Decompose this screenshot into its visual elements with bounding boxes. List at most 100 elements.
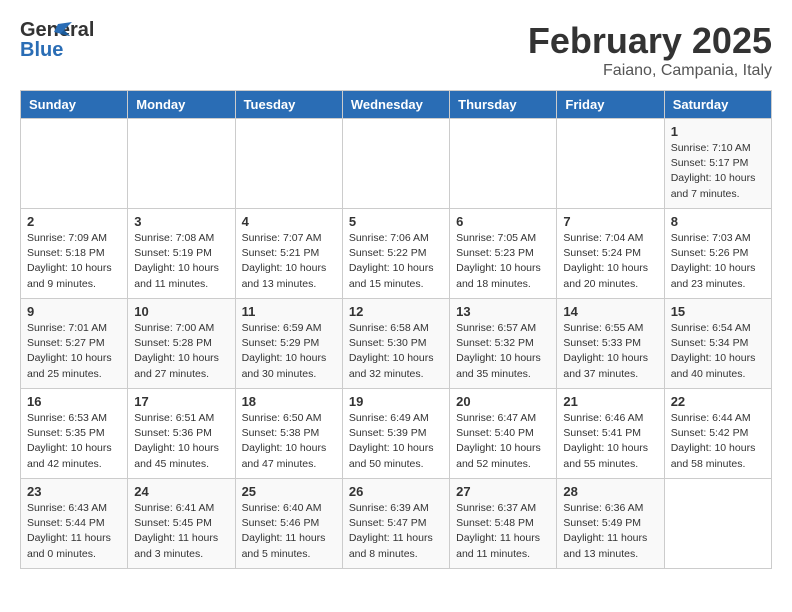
day-info: Sunrise: 6:39 AM Sunset: 5:47 PM Dayligh… — [349, 501, 443, 562]
day-info: Sunrise: 7:06 AM Sunset: 5:22 PM Dayligh… — [349, 231, 443, 292]
day-info: Sunrise: 7:10 AM Sunset: 5:17 PM Dayligh… — [671, 141, 765, 202]
day-info: Sunrise: 6:40 AM Sunset: 5:46 PM Dayligh… — [242, 501, 336, 562]
calendar-cell: 5 Sunrise: 7:06 AM Sunset: 5:22 PM Daylig… — [342, 209, 449, 299]
day-info: Sunrise: 6:54 AM Sunset: 5:34 PM Dayligh… — [671, 321, 765, 382]
location: Faiano, Campania, Italy — [528, 62, 772, 80]
day-info: Sunrise: 6:37 AM Sunset: 5:48 PM Dayligh… — [456, 501, 550, 562]
day-number: 20 — [456, 394, 550, 409]
day-info: Sunrise: 7:01 AM Sunset: 5:27 PM Dayligh… — [27, 321, 121, 382]
day-info: Sunrise: 6:59 AM Sunset: 5:29 PM Dayligh… — [242, 321, 336, 382]
day-number: 15 — [671, 304, 765, 319]
day-info: Sunrise: 6:51 AM Sunset: 5:36 PM Dayligh… — [134, 411, 228, 472]
title-block: February 2025 Faiano, Campania, Italy — [528, 20, 772, 80]
day-info: Sunrise: 6:41 AM Sunset: 5:45 PM Dayligh… — [134, 501, 228, 562]
calendar-cell: 10 Sunrise: 7:00 AM Sunset: 5:28 PM Dayli… — [128, 299, 235, 389]
day-number: 23 — [27, 484, 121, 499]
day-info: Sunrise: 6:47 AM Sunset: 5:40 PM Dayligh… — [456, 411, 550, 472]
calendar-cell: 18 Sunrise: 6:50 AM Sunset: 5:38 PM Dayli… — [235, 389, 342, 479]
day-number: 9 — [27, 304, 121, 319]
calendar-table: SundayMondayTuesdayWednesdayThursdayFrid… — [20, 90, 772, 569]
day-number: 3 — [134, 214, 228, 229]
day-info: Sunrise: 7:07 AM Sunset: 5:21 PM Dayligh… — [242, 231, 336, 292]
day-number: 17 — [134, 394, 228, 409]
calendar-cell — [664, 479, 771, 569]
day-of-week-header: Friday — [557, 91, 664, 119]
day-info: Sunrise: 7:04 AM Sunset: 5:24 PM Dayligh… — [563, 231, 657, 292]
day-number: 10 — [134, 304, 228, 319]
calendar-cell: 11 Sunrise: 6:59 AM Sunset: 5:29 PM Dayli… — [235, 299, 342, 389]
calendar-cell — [342, 119, 449, 209]
day-info: Sunrise: 6:43 AM Sunset: 5:44 PM Dayligh… — [27, 501, 121, 562]
calendar-cell: 12 Sunrise: 6:58 AM Sunset: 5:30 PM Dayli… — [342, 299, 449, 389]
day-of-week-header: Monday — [128, 91, 235, 119]
day-number: 14 — [563, 304, 657, 319]
calendar-cell — [128, 119, 235, 209]
day-number: 24 — [134, 484, 228, 499]
day-info: Sunrise: 6:36 AM Sunset: 5:49 PM Dayligh… — [563, 501, 657, 562]
day-info: Sunrise: 6:53 AM Sunset: 5:35 PM Dayligh… — [27, 411, 121, 472]
calendar-cell: 3 Sunrise: 7:08 AM Sunset: 5:19 PM Daylig… — [128, 209, 235, 299]
day-number: 11 — [242, 304, 336, 319]
calendar-cell: 17 Sunrise: 6:51 AM Sunset: 5:36 PM Dayli… — [128, 389, 235, 479]
calendar-cell: 24 Sunrise: 6:41 AM Sunset: 5:45 PM Dayli… — [128, 479, 235, 569]
day-number: 1 — [671, 124, 765, 139]
day-info: Sunrise: 6:49 AM Sunset: 5:39 PM Dayligh… — [349, 411, 443, 472]
calendar-cell: 4 Sunrise: 7:07 AM Sunset: 5:21 PM Daylig… — [235, 209, 342, 299]
day-number: 5 — [349, 214, 443, 229]
calendar-cell: 26 Sunrise: 6:39 AM Sunset: 5:47 PM Dayli… — [342, 479, 449, 569]
calendar-cell: 14 Sunrise: 6:55 AM Sunset: 5:33 PM Dayli… — [557, 299, 664, 389]
calendar-cell: 19 Sunrise: 6:49 AM Sunset: 5:39 PM Dayli… — [342, 389, 449, 479]
day-number: 8 — [671, 214, 765, 229]
calendar-cell: 2 Sunrise: 7:09 AM Sunset: 5:18 PM Daylig… — [21, 209, 128, 299]
day-info: Sunrise: 7:08 AM Sunset: 5:19 PM Dayligh… — [134, 231, 228, 292]
calendar-cell: 1 Sunrise: 7:10 AM Sunset: 5:17 PM Daylig… — [664, 119, 771, 209]
calendar-cell: 25 Sunrise: 6:40 AM Sunset: 5:46 PM Dayli… — [235, 479, 342, 569]
day-info: Sunrise: 7:05 AM Sunset: 5:23 PM Dayligh… — [456, 231, 550, 292]
calendar-cell: 9 Sunrise: 7:01 AM Sunset: 5:27 PM Daylig… — [21, 299, 128, 389]
calendar-cell — [450, 119, 557, 209]
day-number: 27 — [456, 484, 550, 499]
day-info: Sunrise: 6:46 AM Sunset: 5:41 PM Dayligh… — [563, 411, 657, 472]
day-number: 13 — [456, 304, 550, 319]
logo: General Blue — [20, 20, 68, 58]
day-of-week-header: Wednesday — [342, 91, 449, 119]
day-of-week-header: Tuesday — [235, 91, 342, 119]
day-number: 22 — [671, 394, 765, 409]
day-number: 19 — [349, 394, 443, 409]
calendar-cell — [21, 119, 128, 209]
day-info: Sunrise: 6:57 AM Sunset: 5:32 PM Dayligh… — [456, 321, 550, 382]
calendar-cell: 7 Sunrise: 7:04 AM Sunset: 5:24 PM Daylig… — [557, 209, 664, 299]
calendar-cell: 27 Sunrise: 6:37 AM Sunset: 5:48 PM Dayli… — [450, 479, 557, 569]
calendar-cell: 28Sunrise: 6:36 AM Sunset: 5:49 PM Dayli… — [557, 479, 664, 569]
day-info: Sunrise: 6:58 AM Sunset: 5:30 PM Dayligh… — [349, 321, 443, 382]
month-title: February 2025 — [528, 20, 772, 62]
day-info: Sunrise: 6:44 AM Sunset: 5:42 PM Dayligh… — [671, 411, 765, 472]
day-info: Sunrise: 7:03 AM Sunset: 5:26 PM Dayligh… — [671, 231, 765, 292]
calendar-cell: 23 Sunrise: 6:43 AM Sunset: 5:44 PM Dayli… — [21, 479, 128, 569]
day-number: 7 — [563, 214, 657, 229]
calendar-cell: 22 Sunrise: 6:44 AM Sunset: 5:42 PM Dayli… — [664, 389, 771, 479]
day-number: 21 — [563, 394, 657, 409]
calendar-cell: 8 Sunrise: 7:03 AM Sunset: 5:26 PM Daylig… — [664, 209, 771, 299]
day-number: 2 — [27, 214, 121, 229]
day-number: 12 — [349, 304, 443, 319]
day-number: 4 — [242, 214, 336, 229]
day-number: 16 — [27, 394, 121, 409]
day-info: Sunrise: 7:09 AM Sunset: 5:18 PM Dayligh… — [27, 231, 121, 292]
day-number: 26 — [349, 484, 443, 499]
day-info: Sunrise: 6:50 AM Sunset: 5:38 PM Dayligh… — [242, 411, 336, 472]
calendar-cell: 21 Sunrise: 6:46 AM Sunset: 5:41 PM Dayli… — [557, 389, 664, 479]
day-number: 18 — [242, 394, 336, 409]
day-of-week-header: Saturday — [664, 91, 771, 119]
calendar-cell: 13 Sunrise: 6:57 AM Sunset: 5:32 PM Dayli… — [450, 299, 557, 389]
day-info: Sunrise: 7:00 AM Sunset: 5:28 PM Dayligh… — [134, 321, 228, 382]
day-of-week-header: Thursday — [450, 91, 557, 119]
day-info: Sunrise: 6:55 AM Sunset: 5:33 PM Dayligh… — [563, 321, 657, 382]
calendar-cell — [235, 119, 342, 209]
calendar-cell: 20 Sunrise: 6:47 AM Sunset: 5:40 PM Dayli… — [450, 389, 557, 479]
calendar-cell: 15 Sunrise: 6:54 AM Sunset: 5:34 PM Dayli… — [664, 299, 771, 389]
calendar-cell: 6Sunrise: 7:05 AM Sunset: 5:23 PM Daylig… — [450, 209, 557, 299]
day-number: 25 — [242, 484, 336, 499]
day-of-week-header: Sunday — [21, 91, 128, 119]
calendar-cell — [557, 119, 664, 209]
